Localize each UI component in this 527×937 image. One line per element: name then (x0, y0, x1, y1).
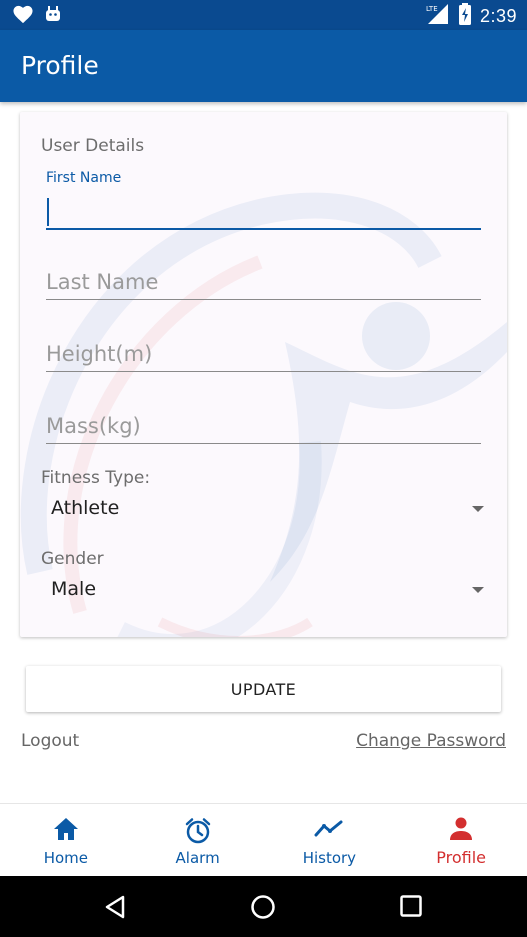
battery-charging-icon (458, 3, 472, 29)
height-input[interactable] (46, 336, 481, 372)
gender-label: Gender (41, 549, 104, 569)
nav-item-home[interactable]: Home (0, 804, 132, 876)
lte-signal-icon: LTE (426, 3, 450, 29)
last-name-input[interactable] (46, 264, 481, 300)
nav-label-history: History (302, 849, 357, 867)
last-name-field (46, 264, 481, 304)
recents-icon[interactable] (399, 894, 423, 922)
bottom-navigation: Home Alarm History Profile (0, 803, 527, 876)
fitness-type-select[interactable]: Athlete (41, 493, 486, 527)
home-icon (53, 818, 78, 840)
nav-label-profile: Profile (436, 848, 486, 867)
logout-link[interactable]: Logout (21, 731, 79, 751)
page-title: Profile (21, 51, 99, 80)
heart-icon (12, 4, 34, 28)
nav-item-alarm[interactable]: Alarm (132, 804, 264, 876)
fitness-type-label: Fitness Type: (41, 468, 151, 488)
app-bar: Profile (0, 30, 527, 102)
update-button[interactable]: UPDATE (26, 666, 501, 712)
home-circle-icon[interactable] (250, 894, 276, 924)
back-icon[interactable] (103, 894, 129, 924)
mass-field (46, 408, 481, 448)
nav-item-history[interactable]: History (264, 804, 396, 876)
height-field (46, 336, 481, 376)
section-title: User Details (41, 136, 145, 156)
text-cursor (47, 198, 49, 226)
first-name-input[interactable] (46, 194, 481, 230)
android-icon (44, 5, 62, 27)
dropdown-arrow-icon (472, 587, 484, 593)
mass-input[interactable] (46, 408, 481, 444)
status-time: 2:39 (479, 5, 517, 26)
person-icon (450, 817, 473, 840)
trending-line-icon (314, 820, 343, 837)
status-bar: LTE 2:39 (0, 0, 527, 30)
nav-label-home: Home (43, 849, 89, 867)
gender-select[interactable]: Male (41, 574, 486, 608)
system-navigation-bar (0, 876, 527, 937)
first-name-field: First Name (46, 170, 481, 232)
fitness-type-value: Athlete (51, 497, 120, 519)
nav-item-profile[interactable]: Profile (395, 804, 527, 876)
gender-value: Male (51, 578, 97, 600)
svg-text:LTE: LTE (426, 5, 438, 13)
alarm-clock-icon (185, 818, 210, 844)
dropdown-arrow-icon (472, 506, 484, 512)
user-details-card: User Details First Name Fitness Type: At… (20, 112, 507, 637)
change-password-link[interactable]: Change Password (356, 731, 506, 751)
nav-label-alarm: Alarm (175, 849, 220, 867)
first-name-label: First Name (46, 170, 122, 186)
